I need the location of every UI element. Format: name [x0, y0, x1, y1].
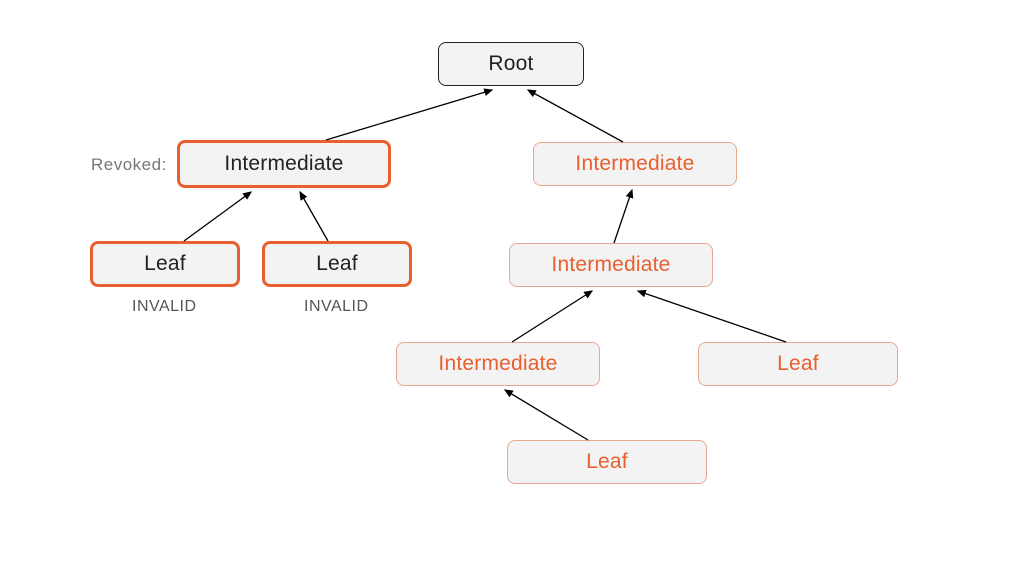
node-intermediate-right-1: Intermediate	[533, 142, 737, 186]
invalid-label-a: INVALID	[132, 298, 197, 316]
node-intermediate-revoked: Intermediate	[177, 140, 391, 188]
node-intermediate-right-2: Intermediate	[509, 243, 713, 287]
arrow-leaf-b-to-int-revoked	[300, 192, 328, 241]
node-leaf-revoked-a: Leaf	[90, 241, 240, 287]
node-leaf-revoked-b: Leaf	[262, 241, 412, 287]
node-root: Root	[438, 42, 584, 86]
revoked-label: Revoked:	[91, 155, 167, 175]
node-leaf-revoked-a-label: Leaf	[144, 252, 186, 276]
arrow-int-r1-to-root	[528, 90, 623, 142]
node-intermediate-right-2-label: Intermediate	[551, 253, 670, 277]
arrow-int-r2-to-int-r1	[614, 190, 632, 243]
node-root-label: Root	[488, 52, 533, 76]
node-intermediate-right-3-label: Intermediate	[438, 352, 557, 376]
arrow-leaf-r3-to-int-r3	[505, 390, 588, 440]
arrow-int-r3-to-int-r2	[512, 291, 592, 342]
arrow-leaf-r2-to-int-r2	[638, 291, 786, 342]
node-intermediate-right-1-label: Intermediate	[575, 152, 694, 176]
arrow-leaf-a-to-int-revoked	[184, 192, 251, 241]
invalid-label-b: INVALID	[304, 298, 369, 316]
node-leaf-right-3-label: Leaf	[586, 450, 628, 474]
arrow-int-revoked-to-root	[326, 90, 492, 140]
node-leaf-right-2-label: Leaf	[777, 352, 819, 376]
node-leaf-right-2: Leaf	[698, 342, 898, 386]
node-leaf-revoked-b-label: Leaf	[316, 252, 358, 276]
arrows-layer	[0, 0, 1024, 576]
node-intermediate-revoked-label: Intermediate	[224, 152, 343, 176]
node-leaf-right-3: Leaf	[507, 440, 707, 484]
node-intermediate-right-3: Intermediate	[396, 342, 600, 386]
